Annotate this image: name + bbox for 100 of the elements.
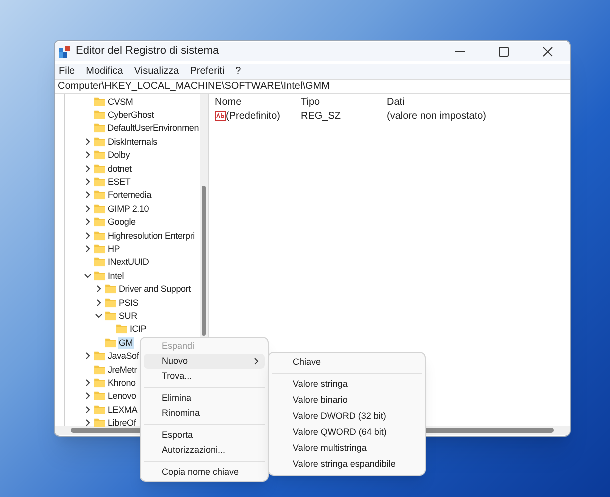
submenu-item[interactable]: Valore binario: [272, 392, 422, 409]
column-header[interactable]: Tipo: [301, 95, 387, 110]
chevron-right-icon[interactable]: [84, 232, 92, 240]
folder-icon: [105, 310, 117, 321]
folder-icon: [94, 204, 106, 214]
folder-icon: [94, 257, 106, 268]
chevron-right-icon[interactable]: [84, 378, 92, 387]
folder-icon: [94, 123, 106, 134]
menu-bar-item[interactable]: File: [59, 64, 76, 79]
tree-item[interactable]: Highresolution Enterpri: [107, 230, 196, 242]
folder-icon: [94, 96, 106, 107]
folder-icon: [94, 404, 106, 415]
context-menu-item[interactable]: Copia nome chiave: [144, 465, 265, 480]
menu-bar-item[interactable]: ?: [236, 64, 242, 79]
tree-item[interactable]: dotnet: [107, 162, 133, 175]
chevron-right-icon[interactable]: [84, 151, 92, 160]
tree-item[interactable]: JreMetr: [107, 364, 138, 376]
tree-item[interactable]: GM: [118, 336, 134, 349]
folder-icon: [105, 284, 117, 294]
tree-item[interactable]: Fortemedia: [107, 189, 153, 202]
tree-item[interactable]: JavaSof: [107, 350, 140, 362]
folder-icon: [116, 324, 128, 334]
minimize-icon: [455, 51, 465, 52]
folder-icon: [94, 230, 106, 241]
tree-item[interactable]: Lenovo: [107, 390, 138, 402]
tree-item[interactable]: CyberGhost: [107, 109, 156, 122]
chevron-right-icon[interactable]: [84, 204, 92, 213]
tree-item[interactable]: HP: [107, 242, 122, 255]
tree-item[interactable]: ICIP: [129, 323, 148, 336]
context-menu-item[interactable]: Nuovo: [144, 354, 265, 369]
chevron-right-icon[interactable]: [84, 392, 92, 400]
folder-icon: [94, 364, 106, 374]
folder-icon: [94, 164, 106, 174]
chevron-right-icon[interactable]: [84, 138, 92, 146]
value-type: REG_SZ: [301, 110, 342, 124]
chevron-right-icon[interactable]: [84, 419, 92, 428]
column-header[interactable]: Dati: [387, 95, 507, 110]
menu-bar-item[interactable]: Modifica: [86, 64, 124, 79]
folder-icon: [94, 150, 106, 160]
tree-item[interactable]: Dolby: [107, 149, 132, 162]
context-menu-item[interactable]: Rinomina: [144, 406, 265, 421]
tree-item[interactable]: LibreOf: [107, 417, 138, 430]
chevron-right-icon[interactable]: [84, 406, 92, 414]
tree-item[interactable]: Driver and Support: [118, 283, 192, 296]
folder-icon: [94, 270, 106, 281]
tree-item[interactable]: Google: [107, 216, 137, 228]
chevron-right-icon[interactable]: [95, 298, 103, 307]
chevron-down-icon[interactable]: [95, 312, 103, 320]
tree-item[interactable]: Intel: [107, 270, 126, 282]
submenu-item[interactable]: Valore multistringa: [272, 440, 422, 458]
submenu-item[interactable]: Valore QWORD (64 bit): [272, 424, 422, 441]
folder-icon: [94, 190, 106, 200]
tree-item[interactable]: PSIS: [118, 296, 140, 309]
window-title: Editor del Registro di sistema: [76, 44, 220, 60]
tree-item[interactable]: CVSM: [107, 96, 134, 108]
folder-icon: [94, 244, 106, 254]
folder-icon: [94, 136, 106, 147]
folder-icon: [105, 298, 117, 308]
context-menu-item[interactable]: Elimina: [144, 391, 265, 406]
context-menu-item[interactable]: Autorizzazioni...: [144, 443, 265, 458]
close-icon: [543, 46, 553, 56]
address-bar[interactable]: Computer\HKEY_LOCAL_MACHINE\SOFTWARE\Intel\GMM: [55, 79, 570, 94]
chevron-right-icon[interactable]: [84, 218, 92, 226]
folder-icon: [94, 418, 106, 428]
chevron-right-icon[interactable]: [95, 285, 103, 294]
tree-item[interactable]: SUR: [118, 310, 138, 322]
tree-item[interactable]: DefaultUserEnvironmen: [106, 122, 200, 134]
chevron-right-icon[interactable]: [84, 164, 92, 173]
maximize-icon: [499, 46, 509, 56]
folder-icon: [94, 351, 106, 362]
menu-bar-item[interactable]: Preferiti: [190, 64, 225, 79]
submenu-item[interactable]: Valore DWORD (32 bit): [272, 408, 422, 425]
folder-icon: [94, 110, 106, 120]
chevron-right-icon[interactable]: [84, 191, 92, 200]
value-data: (valore non impostato): [387, 110, 486, 124]
folder-icon: [105, 338, 117, 348]
chevron-right-icon[interactable]: [84, 244, 92, 253]
submenu-item[interactable]: Valore stringa espandibile: [272, 457, 422, 474]
folder-icon: [94, 177, 106, 188]
folder-icon: [94, 391, 106, 402]
column-header[interactable]: Nome: [215, 95, 301, 110]
tree-item[interactable]: ESET: [107, 176, 132, 188]
registry-app-icon: [59, 46, 71, 58]
tree-item[interactable]: Khrono: [107, 376, 137, 389]
chevron-down-icon[interactable]: [84, 272, 92, 280]
submenu-item[interactable]: Chiave: [272, 355, 422, 372]
chevron-right-icon[interactable]: [84, 178, 92, 186]
context-menu-item[interactable]: Trova...: [144, 369, 265, 384]
chevron-right-icon[interactable]: [84, 352, 92, 360]
context-menu-item[interactable]: Esporta: [144, 428, 265, 443]
tree-item[interactable]: INextUUID: [107, 256, 150, 268]
folder-icon: [94, 378, 106, 388]
tree-item[interactable]: DiskInternals: [107, 136, 158, 148]
scrollbar-thumb[interactable]: [202, 186, 206, 336]
menu-bar-item[interactable]: Visualizza: [134, 64, 180, 79]
tree-item[interactable]: GIMP 2.10: [107, 202, 150, 215]
value-name[interactable]: (Predefinito): [226, 108, 280, 124]
submenu-item[interactable]: Valore stringa: [272, 376, 422, 392]
folder-icon: [94, 217, 106, 228]
tree-item[interactable]: LEXMA: [107, 404, 139, 416]
